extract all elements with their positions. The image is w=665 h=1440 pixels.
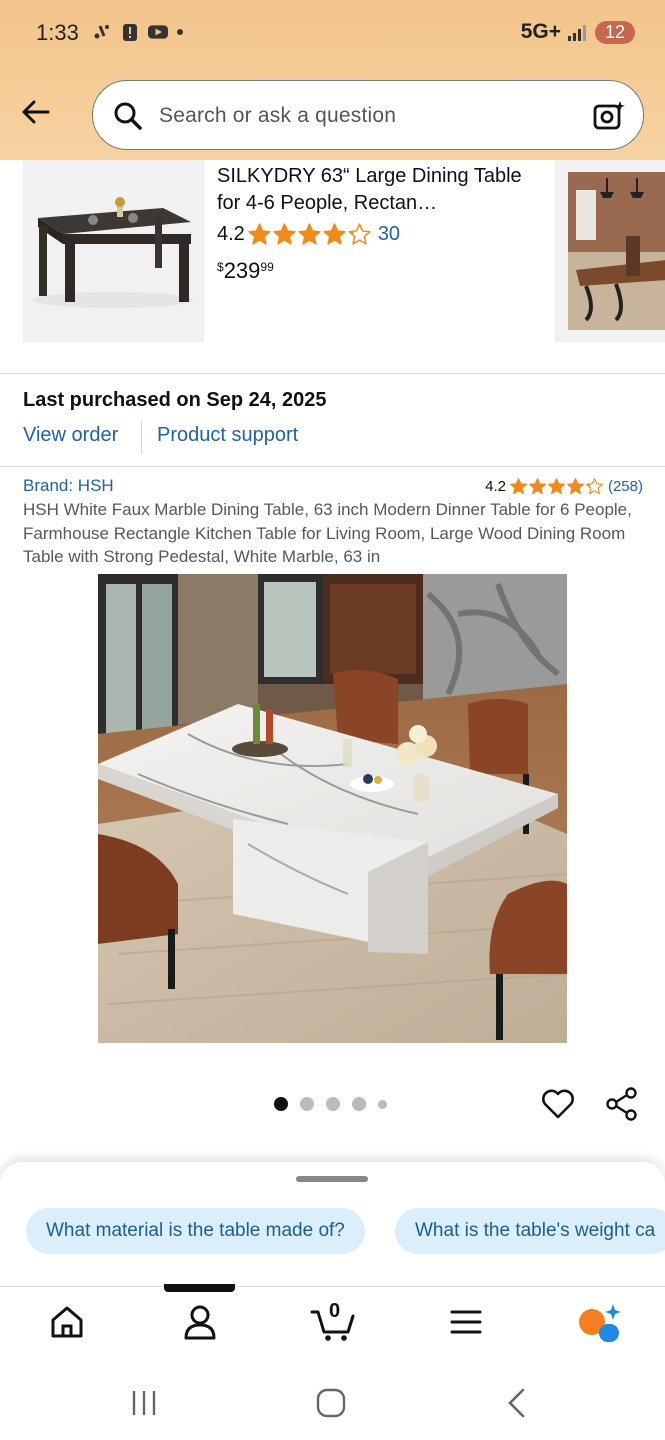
product-title-main[interactable]: HSH White Faux Marble Dining Table, 63 i… [23,498,643,569]
rating-stars [509,477,604,496]
product-support-link[interactable]: Product support [157,424,298,447]
dot-icon [177,29,183,35]
share-icon[interactable] [604,1086,640,1122]
youtube-icon [148,25,168,39]
suggestion-chip-weight[interactable]: What is the table's weight ca [395,1208,665,1254]
system-navigation-bar [0,1366,665,1440]
carousel-dot[interactable] [300,1097,314,1111]
ai-suggestions-sheet: What material is the table made of? What… [0,1162,665,1286]
dining-table-image [23,160,204,342]
section-divider [0,466,665,467]
back-arrow-icon[interactable] [18,94,54,130]
image-carousel-indicator [274,1097,387,1111]
carousel-dot[interactable] [352,1097,366,1111]
carousel-dot[interactable] [326,1097,340,1111]
product-thumbnail-silkydry[interactable] [23,160,204,342]
review-count: (258) [607,478,643,495]
star-icon [585,478,603,495]
product-title-silkydry[interactable]: SILKYDRY 63“ Large Dining Table for 4-6 … [217,163,537,217]
rating-value: 4.2 [485,478,506,495]
search-icon [114,102,142,130]
star-icon [248,223,271,245]
star-icon [566,478,584,495]
signal-icon [567,25,586,41]
heart-icon[interactable] [540,1086,576,1122]
last-purchased-heading: Last purchased on Sep 24, 2025 [23,389,327,411]
recent-apps-icon[interactable] [130,1388,158,1418]
alert-icon [123,24,137,41]
product-hero-image[interactable] [98,574,567,1043]
network-label: 5G+ [520,20,561,43]
nav-active-indicator [164,1284,235,1292]
product-rating-silkydry[interactable]: 4.2 30 [217,222,400,247]
rating-value: 4.2 [217,223,245,245]
carousel-dot[interactable] [274,1097,288,1111]
star-icon [509,478,527,495]
status-right: 5G+ 12 [521,20,635,44]
app-header: 1:33 5G+ 12 Search or ask a question [0,0,665,160]
status-notification-icons [92,22,184,42]
battery-badge: 12 [594,20,635,44]
view-order-link[interactable]: View order [23,424,118,447]
menu-icon[interactable] [446,1302,486,1342]
carousel-dot[interactable] [378,1099,387,1109]
status-time: 1:33 [36,20,79,45]
home-icon[interactable] [47,1302,87,1342]
product-price: $23999 [217,258,274,284]
back-system-icon[interactable] [505,1387,529,1419]
marble-table-image [98,574,567,1043]
star-icon [547,478,565,495]
search-placeholder: Search or ask a question [159,104,397,127]
price-whole: 239 [223,258,261,283]
product-rating-main[interactable]: 4.2 (258) [485,477,643,496]
star-icon [273,223,296,245]
product-thumbnail-next[interactable] [555,160,665,342]
section-divider [0,373,665,374]
rufus-ai-icon[interactable] [575,1302,621,1342]
star-icon [298,223,321,245]
price-fraction: 99 [260,260,274,274]
star-icon [348,223,371,245]
rating-stars [247,222,372,247]
price-currency: $ [217,260,224,274]
account-icon[interactable] [180,1302,220,1342]
star-icon [528,478,546,495]
search-input[interactable]: Search or ask a question [92,80,644,150]
gesture-icon [94,25,109,39]
home-system-icon[interactable] [315,1387,347,1419]
link-separator [141,420,142,454]
dining-room-image [568,172,665,330]
sheet-drag-handle[interactable] [296,1176,368,1182]
camera-search-icon[interactable] [591,98,627,134]
suggestion-chip-material[interactable]: What material is the table made of? [26,1208,365,1254]
brand-link[interactable]: Brand: HSH [23,476,114,496]
review-count: 30 [377,223,401,245]
star-icon [323,223,346,245]
cart-count: 0 [329,1300,341,1322]
